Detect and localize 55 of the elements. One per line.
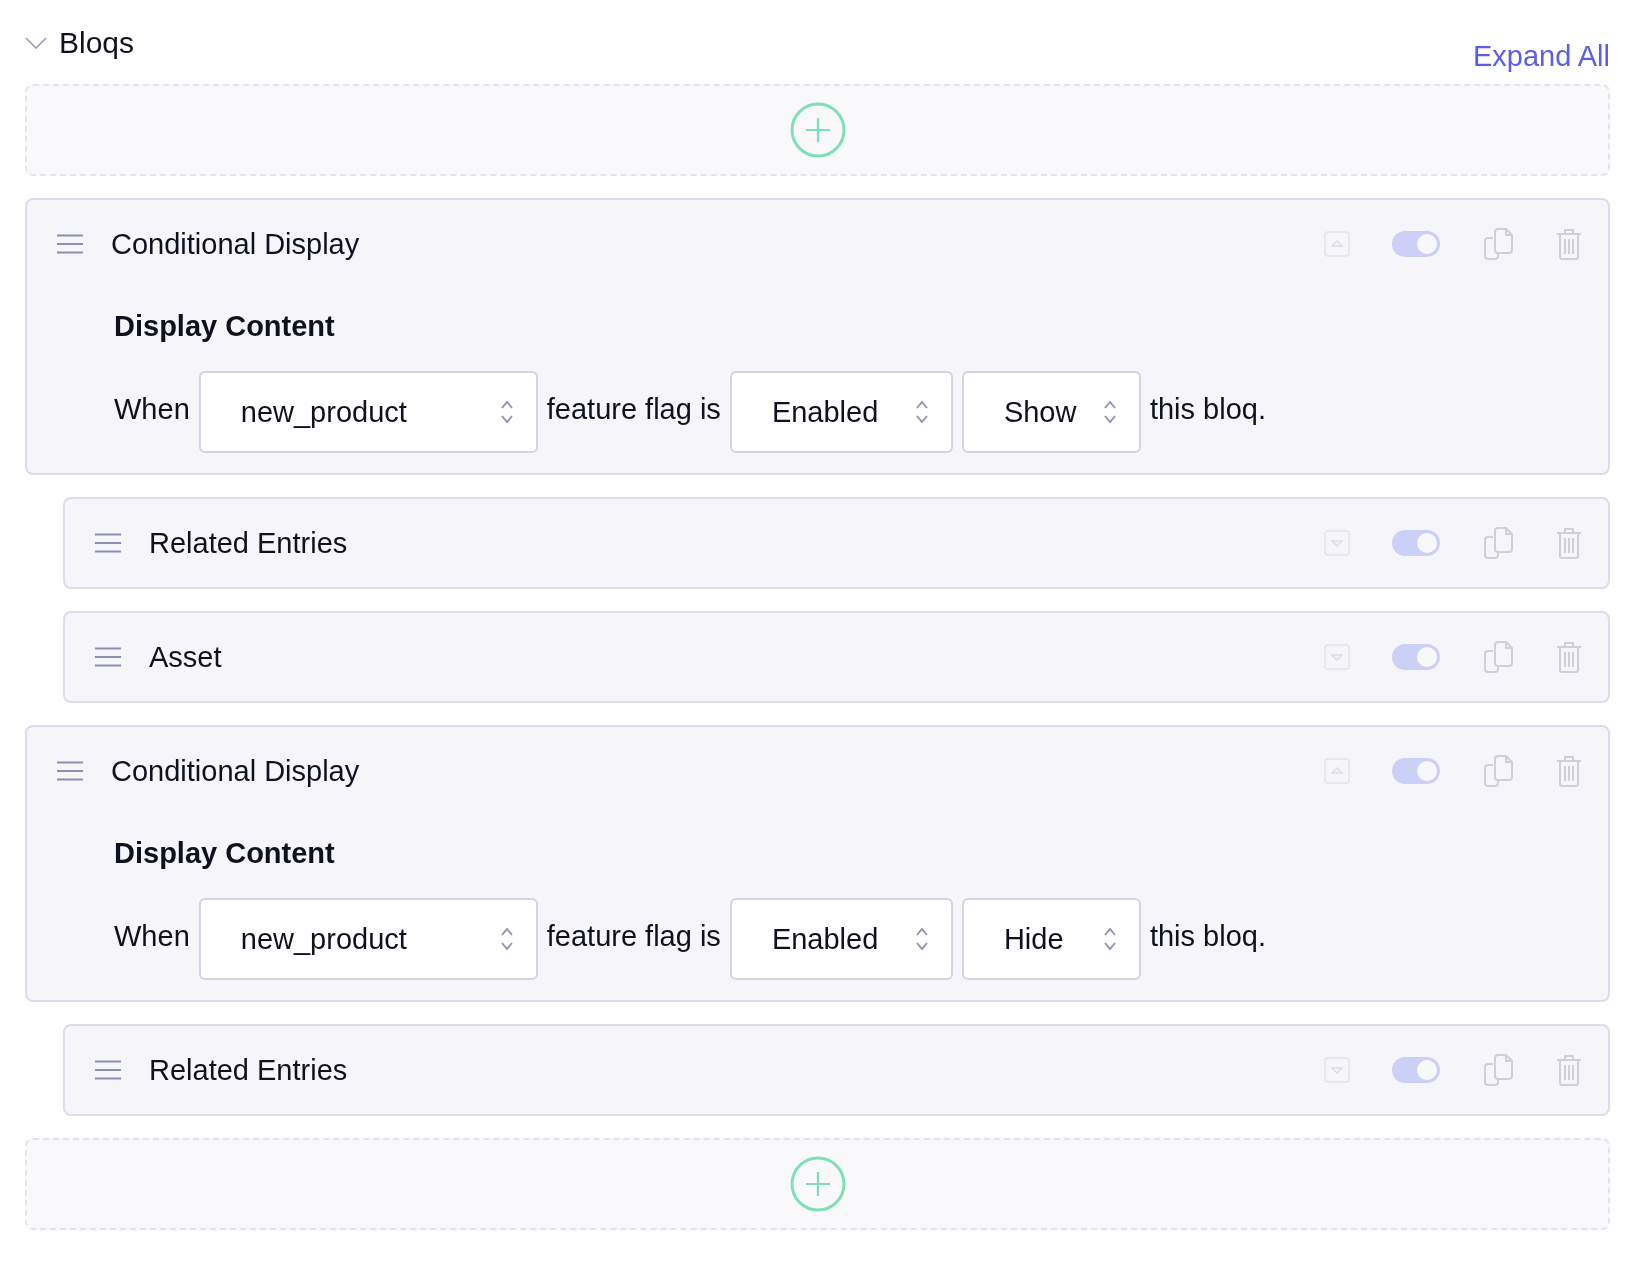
delete-icon[interactable] xyxy=(1556,1054,1582,1086)
rule-text: feature flag is xyxy=(546,919,721,953)
select-field[interactable]: new_product xyxy=(198,371,538,453)
rule-text: this bloq. xyxy=(1149,392,1266,426)
field-heading: Display Content xyxy=(114,310,336,343)
delete-icon[interactable] xyxy=(1556,527,1582,559)
delete-icon[interactable] xyxy=(1556,755,1582,787)
toggle-switch[interactable] xyxy=(1392,644,1440,670)
collapse-icon[interactable] xyxy=(1324,231,1350,257)
add-icon[interactable] xyxy=(789,102,846,158)
rule-text: When xyxy=(114,919,190,953)
toggle-switch[interactable] xyxy=(1392,231,1440,257)
block-title: Conditional Display xyxy=(111,754,361,788)
select-field[interactable]: Show xyxy=(961,371,1141,453)
select-field[interactable]: Enabled xyxy=(729,898,953,980)
sort-arrows-icon xyxy=(1102,926,1117,952)
select-field[interactable]: Enabled xyxy=(729,371,953,453)
sort-arrows-icon xyxy=(1102,399,1117,425)
drag-handle-icon[interactable] xyxy=(95,533,121,553)
collapse-icon[interactable] xyxy=(1324,758,1350,784)
expand-icon[interactable] xyxy=(1324,644,1350,670)
toggle-switch[interactable] xyxy=(1392,1057,1440,1083)
duplicate-icon[interactable] xyxy=(1482,527,1514,559)
sort-arrows-icon xyxy=(499,399,514,425)
sort-arrows-icon xyxy=(499,926,514,952)
duplicate-icon[interactable] xyxy=(1482,228,1514,260)
add-icon[interactable] xyxy=(789,1156,846,1212)
drag-handle-icon[interactable] xyxy=(57,761,83,781)
duplicate-icon[interactable] xyxy=(1482,755,1514,787)
rule-text: feature flag is xyxy=(546,392,721,426)
toggle-switch[interactable] xyxy=(1392,530,1440,556)
sort-arrows-icon xyxy=(914,926,929,952)
delete-icon[interactable] xyxy=(1556,228,1582,260)
duplicate-icon[interactable] xyxy=(1482,641,1514,673)
duplicate-icon[interactable] xyxy=(1482,1054,1514,1086)
toggle-switch[interactable] xyxy=(1392,758,1440,784)
block-title: Asset xyxy=(149,640,223,674)
drag-handle-icon[interactable] xyxy=(95,647,121,667)
chevron-icon[interactable] xyxy=(25,36,47,50)
delete-icon[interactable] xyxy=(1556,641,1582,673)
select-field[interactable]: new_product xyxy=(198,898,538,980)
rule-text: this bloq. xyxy=(1149,919,1266,953)
field-heading: Display Content xyxy=(114,837,336,870)
drag-handle-icon[interactable] xyxy=(57,234,83,254)
block-title: Related Entries xyxy=(149,1053,349,1087)
section-title: Bloqs xyxy=(59,26,135,60)
expand-all-link[interactable]: Expand All xyxy=(1472,40,1610,73)
sort-arrows-icon xyxy=(914,399,929,425)
rule-text: When xyxy=(114,392,190,426)
select-field[interactable]: Hide xyxy=(961,898,1141,980)
drag-handle-icon[interactable] xyxy=(95,1060,121,1080)
expand-icon[interactable] xyxy=(1324,530,1350,556)
block-title: Related Entries xyxy=(149,526,349,560)
expand-icon[interactable] xyxy=(1324,1057,1350,1083)
block-title: Conditional Display xyxy=(111,227,361,261)
